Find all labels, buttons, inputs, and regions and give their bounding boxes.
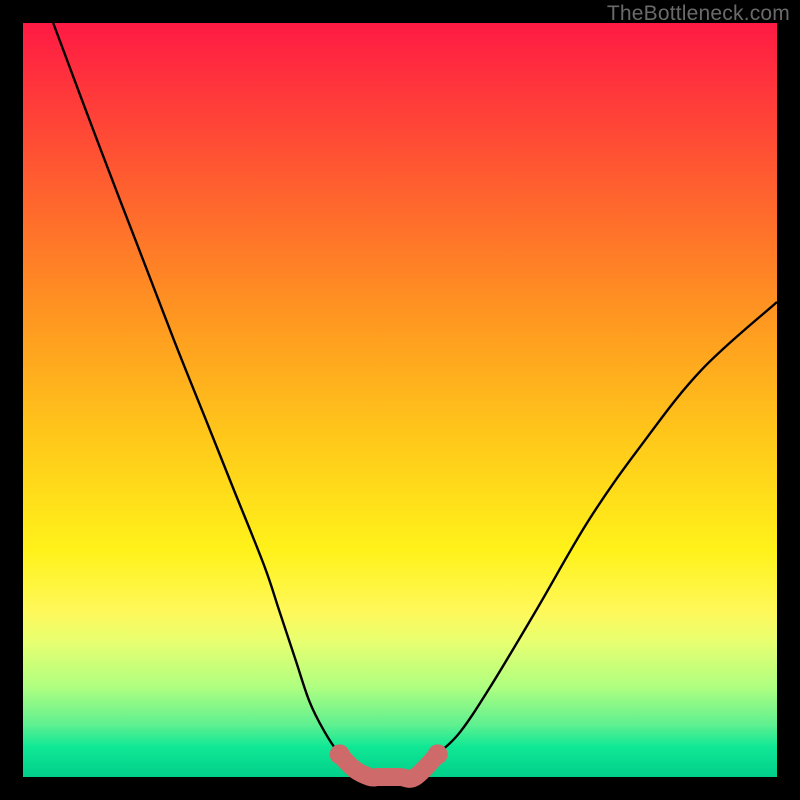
plot-area (23, 23, 777, 777)
chart-frame: TheBottleneck.com (0, 0, 800, 800)
bottleneck-curve (53, 23, 777, 779)
trough-highlight (330, 744, 448, 778)
curve-layer (23, 23, 777, 777)
trough-highlight-path (340, 754, 438, 778)
trough-endpoint-dot (330, 744, 350, 764)
main-curve-path (53, 23, 777, 779)
trough-endpoint-dot (428, 744, 448, 764)
watermark-text: TheBottleneck.com (607, 2, 790, 26)
